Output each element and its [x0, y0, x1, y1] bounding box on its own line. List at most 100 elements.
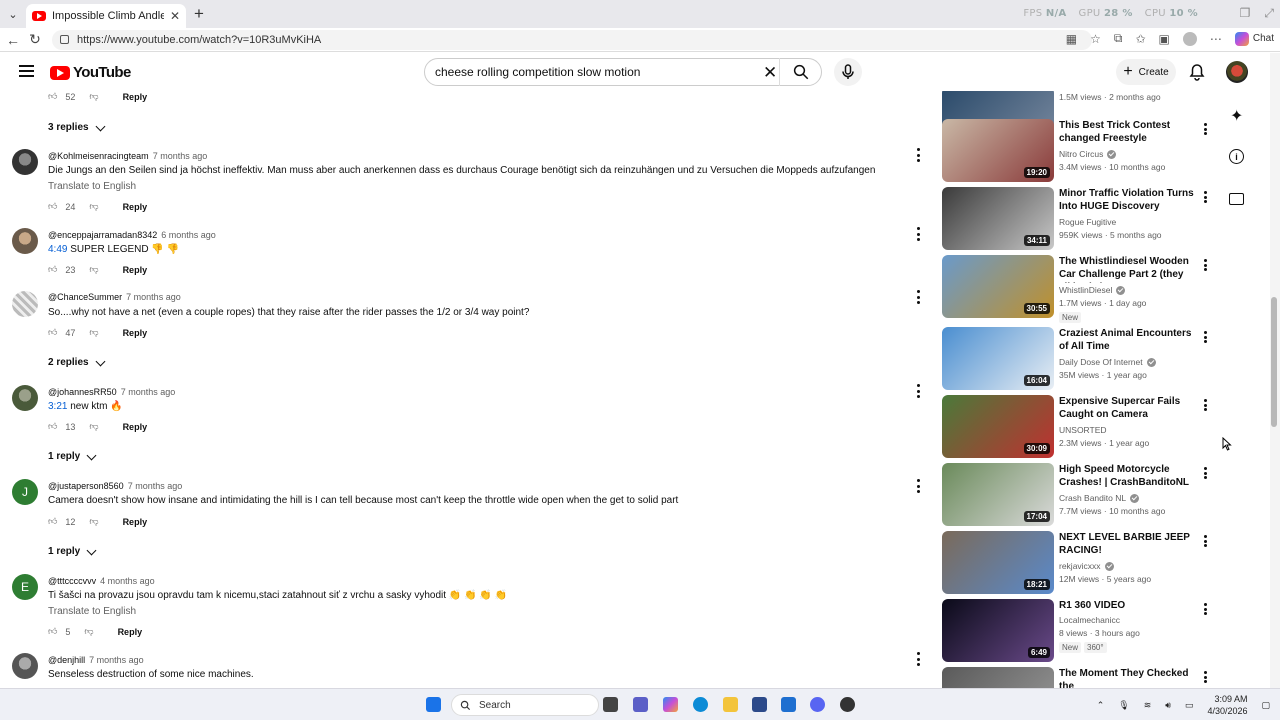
timestamp-link[interactable]: 4:49 — [48, 244, 67, 255]
clear-search-icon[interactable]: ✕ — [763, 63, 777, 83]
comment-more-icon[interactable] — [914, 652, 922, 666]
sparkle-icon[interactable]: ✦ — [1230, 106, 1243, 126]
author-name[interactable]: @ChanceSummer — [48, 292, 122, 302]
chat-icon[interactable] — [1229, 193, 1244, 205]
author-name[interactable]: @Kohlmeisenracingteam — [48, 151, 149, 161]
reply-button[interactable]: Reply — [118, 627, 143, 637]
tab-list-button[interactable]: ⌄ — [0, 0, 26, 28]
video-more-icon[interactable] — [1202, 123, 1208, 135]
channel-name[interactable]: Localmechanicc — [1059, 615, 1120, 625]
video-title[interactable]: This Best Trick Contest changed Freestyl… — [1059, 119, 1197, 147]
outlook-icon[interactable] — [781, 697, 796, 712]
channel-name[interactable]: rekjavicxxx — [1059, 561, 1114, 571]
video-more-icon[interactable] — [1202, 331, 1208, 343]
reply-button[interactable]: Reply — [123, 328, 148, 338]
recommendation-item[interactable]: 19:20 This Best Trick Contest changed Fre… — [940, 119, 1270, 185]
dislike-icon[interactable]: 👎︎ — [89, 327, 98, 338]
video-title[interactable]: The Moment They Checked the — [1059, 667, 1197, 688]
like-icon[interactable]: 👍︎ — [48, 264, 57, 275]
url-field[interactable]: https://www.youtube.com/watch?v=10R3uMvK… — [52, 29, 1092, 50]
site-info-icon[interactable] — [60, 35, 69, 44]
author-name[interactable]: @tttccccvvv — [48, 576, 96, 586]
video-thumbnail[interactable]: 34:11 — [942, 187, 1054, 250]
reply-button[interactable]: Reply — [123, 517, 148, 527]
comment-time[interactable]: 7 months ago — [89, 655, 144, 665]
back-button[interactable]: ← — [2, 32, 24, 48]
video-thumbnail[interactable] — [942, 667, 1054, 688]
channel-name[interactable]: Rogue Fugitive — [1059, 217, 1116, 227]
recommendation-item[interactable]: 17:04 High Speed Motorcycle Crashes! | Cr… — [940, 463, 1270, 529]
wifi-icon[interactable]: ≋ — [1144, 700, 1152, 711]
recommendation-item[interactable]: 18:21 NEXT LEVEL BARBIE JEEP RACING! rekja… — [940, 531, 1270, 597]
comment-author[interactable]: @denjhill 7 months ago — [48, 655, 144, 665]
comment-more-icon[interactable] — [914, 479, 922, 493]
notifications-button[interactable] — [1189, 63, 1205, 86]
video-title[interactable]: R1 360 VIDEO — [1059, 599, 1197, 612]
reply-button[interactable]: Reply — [123, 202, 148, 212]
like-icon[interactable]: 👍︎ — [48, 626, 57, 637]
author-name[interactable]: @enceppajarramadan8342 — [48, 230, 157, 240]
comment-author[interactable]: @tttccccvvv 4 months ago — [48, 576, 155, 586]
like-icon[interactable]: 👍︎ — [48, 91, 57, 102]
favorites-icon[interactable]: ✩ — [1135, 32, 1145, 46]
comment-time[interactable]: 4 months ago — [100, 576, 155, 586]
reload-button[interactable]: ↻ — [24, 31, 46, 48]
microphone-tray-icon[interactable]: 🎙︎ — [1118, 700, 1129, 711]
show-replies-button[interactable]: 1 reply — [48, 545, 97, 557]
menu-icon[interactable] — [19, 65, 34, 77]
show-hidden-icons-icon[interactable]: ⌃ — [1097, 700, 1105, 711]
video-thumbnail[interactable]: 30:55 — [942, 255, 1054, 318]
comment-more-icon[interactable] — [914, 148, 922, 162]
video-title[interactable]: Minor Traffic Violation Turns Into HUGE … — [1059, 187, 1197, 213]
comment-author[interactable]: @johannesRR50 7 months ago — [48, 387, 175, 397]
scrollbar-thumb[interactable] — [1271, 297, 1277, 427]
store-icon[interactable] — [752, 697, 767, 712]
commenter-avatar[interactable]: E — [12, 574, 38, 600]
comment-more-icon[interactable] — [914, 384, 922, 398]
edge-icon[interactable] — [693, 697, 708, 712]
like-icon[interactable]: 👍︎ — [48, 421, 57, 432]
author-name[interactable]: @denjhill — [48, 655, 85, 665]
translate-link[interactable]: Translate to English — [48, 606, 136, 617]
dislike-icon[interactable]: 👎︎ — [84, 626, 93, 637]
comment-author[interactable]: @enceppajarramadan8342 6 months ago — [48, 230, 216, 240]
show-replies-button[interactable]: 1 reply — [48, 450, 97, 462]
commenter-avatar[interactable] — [12, 228, 38, 254]
collections-icon[interactable]: ▣ — [1159, 32, 1170, 46]
video-thumbnail[interactable]: 6:49 — [942, 599, 1054, 662]
app-icon[interactable] — [840, 697, 855, 712]
comment-author[interactable]: @ChanceSummer 7 months ago — [48, 292, 181, 302]
reply-button[interactable]: Reply — [123, 265, 148, 275]
comment-time[interactable]: 7 months ago — [121, 387, 176, 397]
comment-more-icon[interactable] — [914, 227, 922, 241]
like-icon[interactable]: 👍︎ — [48, 201, 57, 212]
restore-window-icon[interactable]: ❐ — [1240, 6, 1251, 21]
show-replies-button[interactable]: 2 replies — [48, 356, 106, 368]
video-more-icon[interactable] — [1202, 603, 1208, 615]
author-name[interactable]: @johannesRR50 — [48, 387, 117, 397]
show-replies-button[interactable]: 3 replies — [48, 121, 106, 133]
video-more-icon[interactable] — [1202, 259, 1208, 271]
like-icon[interactable]: 👍︎ — [48, 516, 57, 527]
battery-icon[interactable]: ▭ — [1185, 700, 1194, 711]
dislike-icon[interactable]: 👎︎ — [89, 516, 98, 527]
settings-more-icon[interactable]: ⋯ — [1210, 32, 1222, 46]
video-more-icon[interactable] — [1202, 467, 1208, 479]
dislike-icon[interactable]: 👎︎ — [89, 264, 98, 275]
discord-icon[interactable] — [810, 697, 825, 712]
comment-author[interactable]: @Kohlmeisenracingteam 7 months ago — [48, 151, 207, 161]
video-thumbnail[interactable]: 30:09 — [942, 395, 1054, 458]
voice-search-button[interactable] — [834, 58, 862, 86]
taskbar-search[interactable]: Search — [451, 694, 599, 716]
clock[interactable]: 3:09 AM 4/30/2026 — [1207, 693, 1247, 717]
copilot-chat-button[interactable]: Chat — [1234, 31, 1274, 46]
reply-button[interactable]: Reply — [123, 422, 148, 432]
video-thumbnail[interactable]: 18:21 — [942, 531, 1054, 594]
recommendation-item[interactable]: 16:04 Craziest Animal Encounters of All T… — [940, 327, 1270, 393]
dislike-icon[interactable]: 👎︎ — [89, 91, 98, 102]
comment-author[interactable]: @justaperson8560 7 months ago — [48, 481, 182, 491]
recommendation-item[interactable]: 34:11 Minor Traffic Violation Turns Into … — [940, 187, 1270, 253]
volume-icon[interactable]: 🔊︎ — [1165, 700, 1171, 711]
channel-name[interactable]: Crash Bandito NL — [1059, 493, 1140, 503]
fullscreen-exit-icon[interactable]: ⤢ — [1264, 6, 1274, 21]
